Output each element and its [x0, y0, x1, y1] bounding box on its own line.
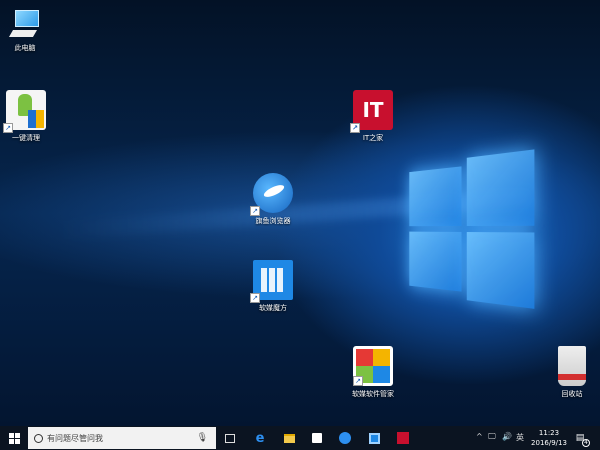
clock-time: 11:23 [538, 429, 560, 437]
shortcut-arrow-icon: ↗ [250, 293, 260, 303]
search-box[interactable]: 有问题尽管问我 🎙 [28, 427, 216, 449]
clock-date: 2016/9/13 [531, 439, 567, 447]
desktop-icon-sailfish-browser[interactable]: ↗ 旗鱼浏览器 [243, 173, 303, 226]
task-view-button[interactable] [222, 430, 238, 446]
start-button[interactable] [6, 430, 22, 446]
action-center-button[interactable]: ▤ 4 [572, 430, 590, 447]
computer-icon [8, 8, 41, 40]
icon-label: 软媒软件管家 [352, 390, 394, 398]
windows-logo-wallpaper [409, 149, 535, 309]
desktop-icon-mofang[interactable]: ↗ 软媒魔方 [243, 260, 303, 313]
desktop-icon-cleanup[interactable]: ↗ 一键清理 [0, 90, 56, 143]
task-view-icon [225, 433, 235, 443]
desktop-icon-software-manager[interactable]: ↗ 软媒软件管家 [343, 346, 403, 399]
icon-label: 此电脑 [14, 44, 36, 52]
sailfish-browser-icon: ↗ [250, 173, 293, 216]
shortcut-arrow-icon: ↗ [3, 123, 13, 133]
icon-label: 软媒魔方 [259, 304, 287, 312]
icon-label: 回收站 [561, 390, 583, 398]
clock[interactable]: 11:23 2016/9/13 [530, 428, 568, 448]
desktop-icon-ithome[interactable]: IT ↗ IT之家 [343, 90, 403, 143]
desktop: 此电脑 ↗ 一键清理 IT ↗ IT之家 ↗ 旗鱼浏览器 ↗ 软媒魔方 ↗ 软媒… [0, 0, 600, 426]
search-placeholder: 有问题尽管问我 [47, 433, 103, 443]
software-manager-icon: ↗ [353, 346, 393, 386]
taskbar: 有问题尽管问我 🎙 e ^ 🖵 🔊 英 11:23 2016/9/13 ▤ 4 [0, 426, 600, 450]
shortcut-arrow-icon: ↗ [350, 123, 360, 133]
sailfish-browser-taskbar-icon[interactable] [337, 430, 353, 446]
shortcut-arrow-icon: ↗ [353, 376, 363, 386]
input-language-indicator[interactable]: 英 [516, 432, 524, 443]
notification-count: 4 [582, 439, 590, 447]
ithome-icon: IT ↗ [350, 90, 393, 133]
edge-icon[interactable]: e [252, 430, 268, 446]
icon-label: 旗鱼浏览器 [255, 217, 291, 225]
show-hidden-icons-chevron-icon[interactable]: ^ [476, 432, 483, 441]
mofang-taskbar-icon[interactable] [366, 430, 382, 446]
cortana-icon [34, 433, 43, 443]
desktop-icon-recycle-bin[interactable]: 回收站 [542, 346, 600, 399]
windows-start-icon [8, 432, 20, 444]
icon-label: IT之家 [362, 134, 384, 142]
ithome-taskbar-icon[interactable] [395, 430, 411, 446]
volume-icon[interactable]: 🔊 [502, 432, 512, 441]
ruanmei-mofang-icon: ↗ [250, 260, 293, 303]
desktop-icon-this-pc[interactable]: 此电脑 [0, 8, 55, 53]
store-icon[interactable] [309, 430, 325, 446]
network-icon[interactable]: 🖵 [488, 432, 496, 442]
file-explorer-icon[interactable] [281, 430, 297, 446]
shortcut-arrow-icon: ↗ [250, 206, 260, 216]
icon-label: 一键清理 [12, 134, 40, 142]
cleanup-icon: ↗ [3, 90, 46, 133]
recycle-bin-icon [558, 346, 586, 386]
microphone-icon[interactable]: 🎙 [197, 433, 208, 443]
